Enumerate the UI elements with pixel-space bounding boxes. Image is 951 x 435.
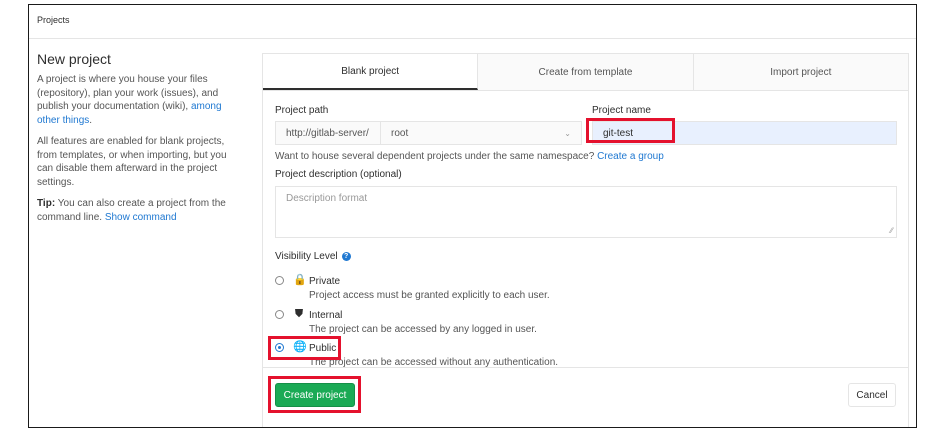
internal-radio[interactable]	[275, 310, 284, 319]
cancel-button[interactable]: Cancel	[848, 383, 896, 407]
namespace-value: root	[391, 127, 409, 139]
project-type-tabs: Blank project Create from template Impor…	[262, 53, 909, 91]
visibility-option-private[interactable]: 🔒 Private Project access must be granted…	[275, 274, 675, 302]
private-description: Project access must be granted explicitl…	[309, 290, 550, 301]
private-radio[interactable]	[275, 276, 284, 285]
project-description-textarea[interactable]: Description format ∕∕	[275, 186, 897, 238]
visibility-level-label: Visibility Level ?	[275, 251, 351, 262]
project-path-label: Project path	[275, 105, 329, 116]
page-title: New project	[37, 51, 111, 67]
project-name-label: Project name	[592, 105, 651, 116]
breadcrumb-bar: Projects	[29, 5, 916, 39]
intro-description: A project is where you house your files …	[37, 74, 222, 126]
public-radio[interactable]	[275, 343, 284, 352]
visibility-option-internal[interactable]: ⛊ Internal The project can be accessed b…	[275, 308, 675, 336]
new-project-form: Project path http://gitlab-server/ root …	[262, 91, 909, 427]
tab-blank-project[interactable]: Blank project	[263, 54, 479, 90]
intro-panel: New project A project is where you house…	[37, 51, 242, 232]
help-icon[interactable]: ?	[341, 252, 351, 261]
resize-handle-icon[interactable]: ∕∕	[890, 226, 893, 235]
internal-description: The project can be accessed by any logge…	[309, 324, 537, 335]
visibility-option-public[interactable]: 🌐 Public The project can be accessed wit…	[275, 341, 675, 369]
public-title: Public	[309, 343, 337, 354]
namespace-hint: Want to house several dependent projects…	[275, 151, 664, 162]
namespace-select[interactable]: root ⌄	[380, 121, 582, 145]
shield-icon: ⛊	[294, 308, 304, 320]
tab-create-from-template[interactable]: Create from template	[478, 54, 694, 90]
breadcrumb[interactable]: Projects	[37, 15, 70, 25]
create-group-link[interactable]: Create a group	[597, 151, 664, 162]
description-label: Project description (optional)	[275, 169, 402, 180]
form-footer-divider	[263, 367, 908, 368]
private-title: Private	[309, 276, 341, 287]
tab-import-project[interactable]: Import project	[694, 54, 908, 90]
project-path-prefix: http://gitlab-server/	[275, 121, 380, 145]
internal-title: Internal	[309, 310, 343, 321]
project-name-input[interactable]: git-test	[592, 121, 897, 145]
chevron-down-icon: ⌄	[564, 128, 571, 138]
description-placeholder: Description format	[286, 193, 368, 204]
show-command-link[interactable]: Show command	[105, 212, 177, 223]
globe-icon: 🌐	[293, 341, 307, 353]
lock-icon: 🔒	[293, 274, 307, 286]
new-project-page: Projects New project A project is where …	[28, 4, 917, 428]
create-project-button[interactable]: Create project	[275, 383, 355, 407]
intro-features-text: All features are enabled for blank proje…	[37, 136, 227, 188]
project-path-group: http://gitlab-server/ root ⌄	[275, 121, 582, 145]
intro-tip: Tip: You can also create a project from …	[37, 198, 226, 223]
